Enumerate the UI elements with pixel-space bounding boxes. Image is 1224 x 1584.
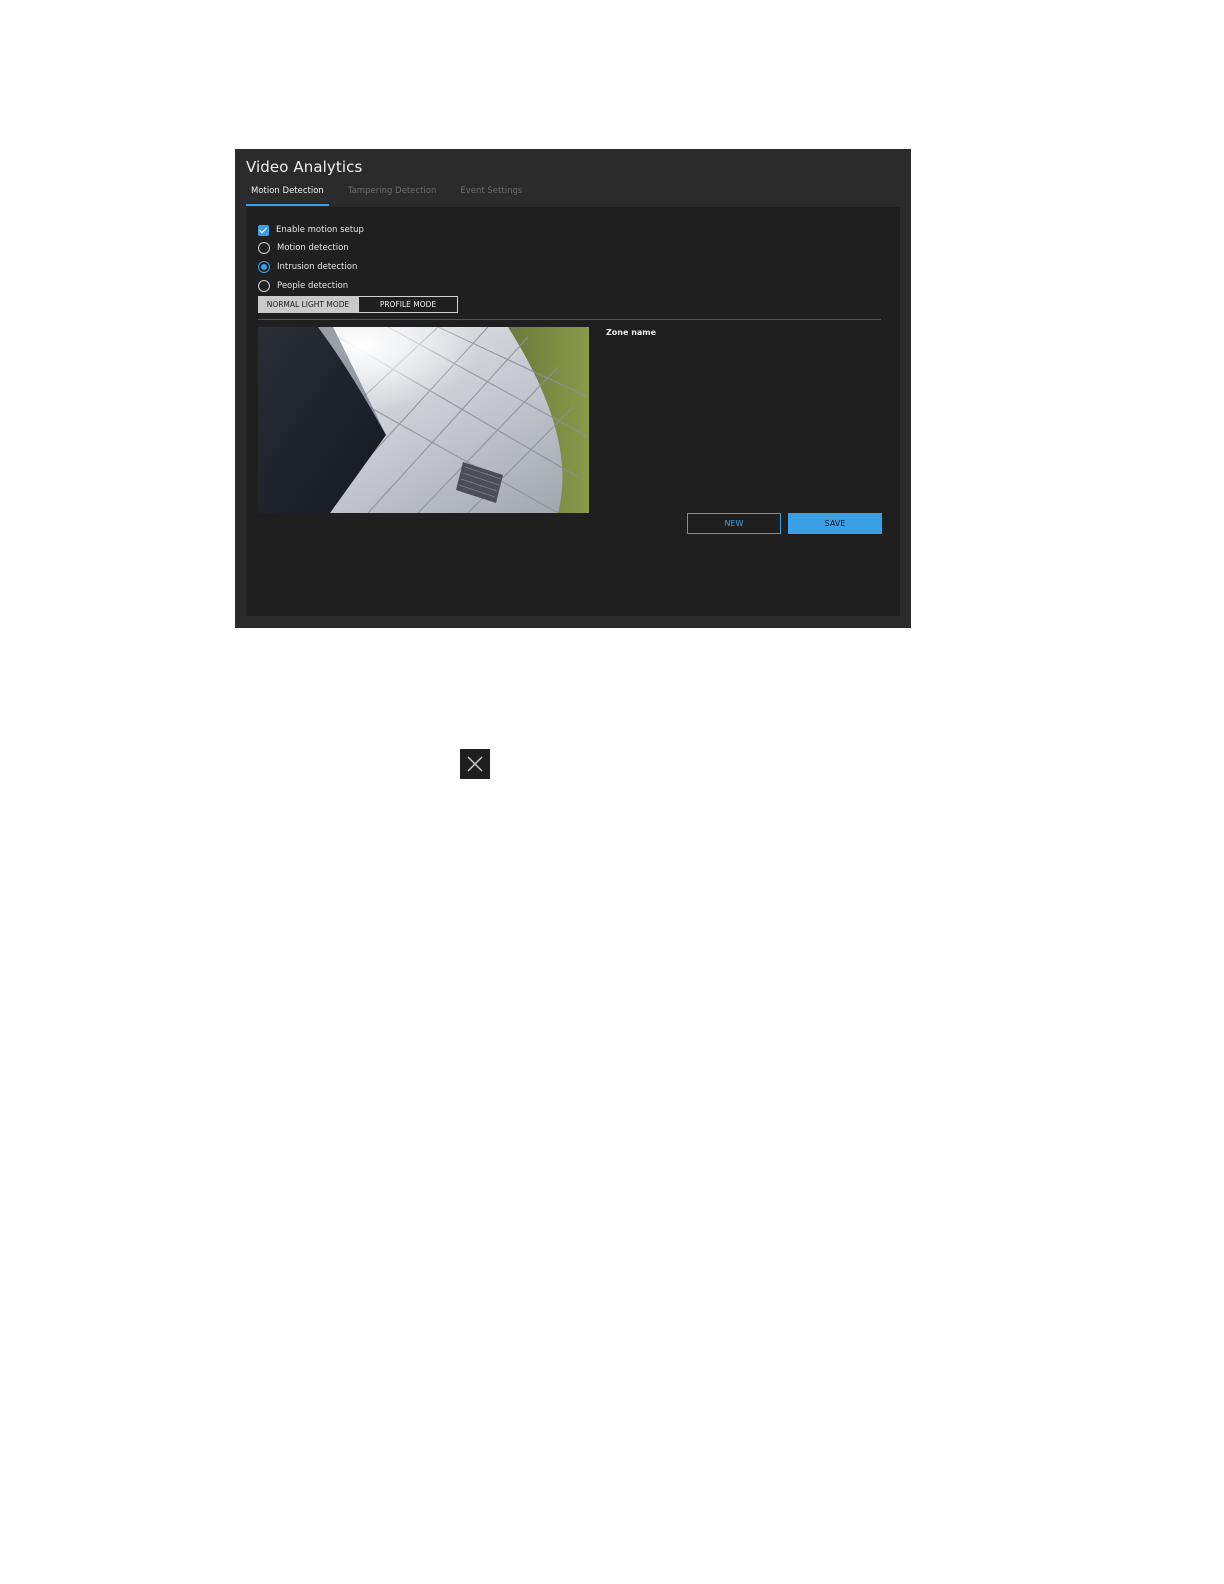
light-mode-toggle: NORMAL LIGHT MODE PROFILE MODE (258, 296, 458, 313)
intrusion-detection-option[interactable]: Intrusion detection (258, 260, 357, 274)
normal-light-mode-button[interactable]: NORMAL LIGHT MODE (258, 296, 358, 313)
tab-tampering-detection[interactable]: Tampering Detection (343, 184, 442, 206)
people-detection-radio[interactable] (258, 280, 270, 292)
section-divider (258, 319, 881, 320)
people-detection-label: People detection (277, 281, 349, 291)
people-detection-option[interactable]: People detection (258, 279, 348, 293)
live-video-preview[interactable] (258, 327, 589, 513)
tab-bar: Motion Detection Tampering Detection Eve… (246, 184, 541, 206)
intrusion-detection-label: Intrusion detection (277, 262, 358, 272)
zone-name-label: Zone name (606, 328, 657, 337)
new-button[interactable]: NEW (687, 513, 781, 534)
close-button[interactable] (460, 749, 490, 779)
camera-frame-image (258, 327, 589, 513)
video-analytics-window: Video Analytics Motion Detection Tamperi… (235, 149, 911, 628)
enable-motion-setup-checkbox[interactable] (258, 224, 269, 236)
enable-motion-setup-option[interactable]: Enable motion setup (258, 223, 364, 237)
tab-event-settings[interactable]: Event Settings (455, 184, 527, 206)
tab-motion-detection[interactable]: Motion Detection (246, 184, 329, 206)
motion-detection-option[interactable]: Motion detection (258, 241, 349, 255)
profile-mode-button[interactable]: PROFILE MODE (358, 296, 458, 313)
enable-motion-setup-label: Enable motion setup (276, 225, 364, 235)
motion-detection-radio[interactable] (258, 242, 270, 254)
close-icon (467, 756, 483, 772)
motion-detection-panel: Enable motion setup Motion detection Int… (246, 207, 900, 616)
page-title: Video Analytics (246, 158, 363, 176)
intrusion-detection-radio[interactable] (258, 261, 270, 273)
motion-detection-label: Motion detection (277, 243, 349, 253)
save-button[interactable]: SAVE (788, 513, 882, 534)
